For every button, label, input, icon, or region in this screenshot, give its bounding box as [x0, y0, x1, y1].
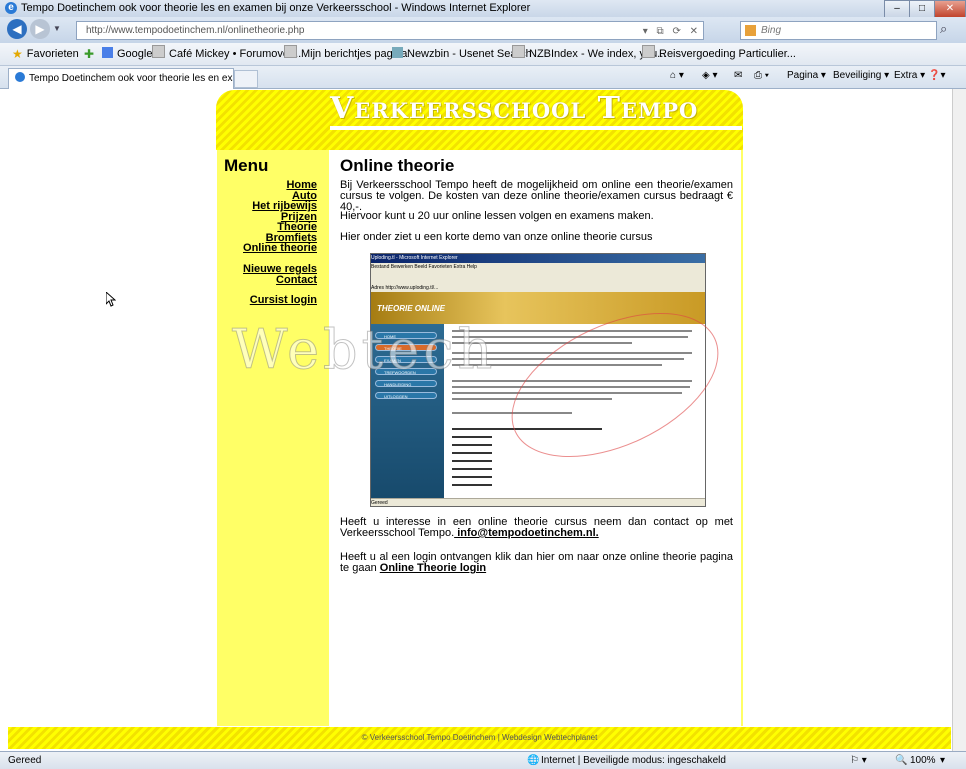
- demo-text-line: [452, 476, 492, 478]
- address-field[interactable]: http://www.tempodoetinchem.nl/onlinetheo…: [76, 21, 704, 40]
- site-title: Verkeersschool Tempo: [330, 91, 699, 126]
- menu-online-theorie[interactable]: Online theorie: [217, 242, 317, 254]
- search-placeholder: Bing: [761, 25, 782, 36]
- contact-paragraph: Heeft u interesse in een online theorie …: [340, 516, 733, 539]
- demo-status-bar: Gereed: [371, 498, 705, 506]
- page-icon: [642, 45, 655, 58]
- help-icon[interactable]: ❓▾: [928, 66, 945, 86]
- recent-pages-dropdown-icon[interactable]: ▼: [53, 24, 61, 33]
- zoom-dropdown-icon[interactable]: ▾: [940, 752, 945, 769]
- header-divider: [330, 126, 742, 130]
- favorite-link-5[interactable]: Reisvergoeding Particulier...: [642, 43, 796, 65]
- demo-toolbar: [371, 271, 705, 285]
- favorite-link-3[interactable]: Newzbin - Usenet Search: [392, 43, 532, 65]
- page-icon: [152, 45, 165, 58]
- forward-button[interactable]: ▶: [30, 19, 50, 39]
- page-icon: [512, 45, 525, 58]
- search-input[interactable]: Bing: [740, 21, 937, 40]
- status-text: Gereed: [8, 755, 42, 766]
- login-paragraph: Heeft u al een login ontvangen klik dan …: [340, 551, 733, 574]
- vertical-scrollbar[interactable]: [952, 89, 966, 751]
- contact-email-link[interactable]: info@tempodoetinchem.nl.: [454, 527, 599, 539]
- search-icon[interactable]: ⌕: [940, 21, 947, 37]
- window-title: Tempo Doetinchem ook voor theorie les en…: [21, 2, 531, 14]
- favorite-link-1[interactable]: Café Mickey • Forumover...: [152, 43, 301, 65]
- security-menu[interactable]: Beveiliging ▾: [833, 66, 889, 86]
- online-theorie-login-link[interactable]: Online Theorie login: [380, 562, 486, 574]
- demo-logo: THEORIE ONLINE: [377, 304, 446, 313]
- star-icon: ★: [12, 47, 23, 61]
- demo-text-line: [452, 468, 492, 470]
- favorite-link-0[interactable]: Google: [102, 43, 152, 65]
- bing-logo-icon: [745, 25, 756, 36]
- demo-text-line: [452, 452, 492, 454]
- page-icon: [284, 45, 297, 58]
- print-icon[interactable]: ⎙ ▾: [754, 66, 769, 86]
- ie-page-icon: [15, 72, 25, 82]
- demo-menu-bar: Bestand Bewerken Beeld Favorieten Extra …: [371, 263, 705, 271]
- demo-text-line: [452, 460, 492, 462]
- menu-contact[interactable]: Contact: [217, 274, 317, 286]
- mouse-cursor-icon: [106, 292, 116, 307]
- menu-cursist-login[interactable]: Cursist login: [217, 294, 317, 306]
- page-menu[interactable]: Pagina ▾: [787, 66, 826, 86]
- protected-mode-icon[interactable]: ⚐ ▾: [850, 752, 867, 769]
- favorite-link-2[interactable]: Mijn berichtjes pagina: [284, 43, 407, 65]
- close-window-button[interactable]: ✕: [934, 0, 966, 18]
- favorites-button[interactable]: ★ Favorieten: [12, 43, 79, 65]
- page-title: Online theorie: [340, 156, 455, 175]
- main-menu: Home Auto Het rijbewijs Prijzen Theorie …: [217, 179, 317, 319]
- globe-icon: 🌐: [527, 755, 540, 766]
- maximize-button[interactable]: □: [909, 0, 935, 18]
- mail-icon[interactable]: ✉: [734, 66, 742, 86]
- rss-icon[interactable]: ◈ ▾: [702, 66, 718, 86]
- address-actions[interactable]: ▾ ⧉ ⟳ ✕: [643, 23, 701, 40]
- newzbin-icon: [392, 47, 403, 58]
- window-title-bar: e Tempo Doetinchem ook voor theorie les e…: [0, 0, 966, 18]
- favorites-bar: ★ Favorieten ✚ Google Café Mickey • Forum…: [0, 43, 966, 66]
- demo-text-line: [452, 436, 492, 438]
- watermark-text: Webtech: [232, 318, 497, 382]
- ie-logo-icon: e: [5, 2, 17, 14]
- add-favorite-icon[interactable]: ✚: [84, 43, 94, 66]
- zoom-level[interactable]: 100%: [910, 752, 936, 769]
- menu-heading: Menu: [224, 156, 269, 175]
- site-footer: © Verkeersschool Tempo Doetinchem | Webd…: [8, 727, 951, 749]
- demo-address: Adres http://www.uploding.tl/...: [371, 284, 705, 292]
- demo-title-bar: Uploding.tl - Microsoft Internet Explore…: [371, 254, 705, 263]
- new-tab-button[interactable]: [234, 70, 258, 88]
- security-zone[interactable]: Internet | Beveiligde modus: ingeschakel…: [541, 752, 726, 769]
- content-right-border: [741, 150, 743, 726]
- zoom-icon: 🔍: [895, 755, 908, 766]
- intro-paragraph-2: Hiervoor kunt u 20 uur online lessen vol…: [340, 210, 654, 222]
- google-icon: [102, 47, 113, 58]
- intro-paragraph: Bij Verkeersschool Tempo heeft de mogeli…: [340, 179, 733, 213]
- tools-menu[interactable]: Extra ▾: [894, 66, 925, 86]
- back-button[interactable]: ◀: [7, 19, 27, 39]
- status-bar: Gereed 🌐 Internet | Beveiligde modus: in…: [0, 751, 966, 769]
- minimize-button[interactable]: –: [884, 0, 910, 18]
- demo-intro-text: Hier onder ziet u een korte demo van onz…: [340, 231, 653, 243]
- url-text: http://www.tempodoetinchem.nl/onlinetheo…: [86, 25, 305, 36]
- demo-text-line: [452, 484, 492, 486]
- demo-text-line: [452, 444, 492, 446]
- tab-current[interactable]: Tempo Doetinchem ook voor theorie les en…: [8, 68, 234, 89]
- home-icon[interactable]: ⌂ ▾: [670, 66, 684, 86]
